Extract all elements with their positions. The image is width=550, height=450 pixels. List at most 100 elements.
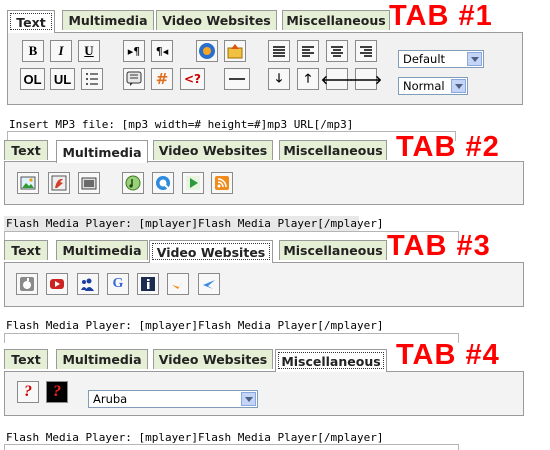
bold-button[interactable]: B — [22, 40, 44, 62]
list-button[interactable] — [81, 68, 103, 90]
align-center-icon — [331, 46, 343, 57]
flash-player-caption-1: Flash Media Player: [mplayer]Flash Media… — [4, 216, 384, 231]
tab-video-websites[interactable]: Video Websites — [153, 349, 273, 369]
tab-text[interactable]: Text — [4, 240, 48, 260]
flash-button[interactable] — [48, 172, 70, 194]
dailymotion-button[interactable] — [198, 273, 220, 295]
tab-bar-4: Text Multimedia Video Websites Miscellan… — [4, 349, 388, 372]
flash-player-input-3[interactable] — [4, 444, 459, 450]
tab-label-3: TAB #3 — [387, 230, 491, 262]
tab-miscellaneous[interactable]: Miscellaneous — [282, 10, 390, 30]
php-icon: <? — [183, 72, 201, 86]
flash-player-caption-3: Flash Media Player: [mplayer]Flash Media… — [4, 430, 459, 445]
arrow-up-button[interactable]: 🡑 — [297, 68, 319, 90]
country-select[interactable]: Aruba — [88, 390, 258, 408]
tab-text[interactable]: Text — [7, 10, 55, 33]
flash-player-input-2[interactable] — [4, 333, 459, 343]
size-select-value: Normal — [403, 79, 445, 93]
align-right-button[interactable] — [355, 40, 377, 62]
play-button[interactable] — [182, 172, 204, 194]
play-icon — [186, 176, 200, 190]
tab-bar-2: Text Multimedia Video Websites Miscellan… — [4, 140, 388, 163]
wordpress-button[interactable] — [196, 40, 218, 62]
hr-button[interactable] — [224, 68, 250, 90]
tab-bar-1: Text Multimedia Video Websites Miscellan… — [7, 10, 390, 33]
ltr-button[interactable]: ▸¶ — [123, 40, 145, 62]
apple-icon — [20, 277, 34, 291]
php-button[interactable]: <? — [180, 68, 205, 90]
chevron-down-icon — [451, 79, 466, 93]
tab-label-2: TAB #2 — [396, 131, 500, 163]
justify-button[interactable] — [268, 40, 290, 62]
hash-icon: # — [155, 70, 169, 88]
music-button[interactable] — [122, 172, 144, 194]
tab-multimedia[interactable]: Multimedia — [56, 140, 148, 163]
tab-multimedia[interactable]: Multimedia — [56, 240, 148, 260]
arrow-down-button[interactable]: 🡓 — [268, 68, 290, 90]
ordered-list-label: OL — [23, 71, 42, 87]
tab-bar-3: Text Multimedia Video Websites Miscellan… — [4, 240, 388, 263]
tab-video-websites[interactable]: Video Websites — [153, 140, 273, 160]
apple-button[interactable] — [16, 273, 38, 295]
align-left-button[interactable] — [297, 40, 319, 62]
quicktime-icon — [156, 176, 170, 190]
arrow-left-button[interactable]: 🡐 — [321, 68, 353, 90]
video-button[interactable] — [78, 172, 100, 194]
help-dark-button[interactable]: ? — [46, 381, 68, 403]
unordered-list-button[interactable]: UL — [50, 68, 75, 90]
info-button[interactable] — [137, 273, 159, 295]
font-select-value: Default — [403, 52, 446, 66]
youtube-icon — [50, 279, 64, 289]
flash-icon — [51, 175, 67, 191]
vimeo-button[interactable] — [167, 273, 189, 295]
tab-video-websites[interactable]: Video Websites — [149, 240, 273, 263]
quote-button[interactable] — [123, 68, 145, 90]
rtl-button[interactable]: ¶◂ — [151, 40, 173, 62]
quote-icon — [126, 71, 142, 86]
chevron-down-icon — [241, 392, 256, 406]
align-right-icon — [360, 46, 372, 57]
dailymotion-icon — [203, 280, 215, 289]
tab-label-1: TAB #1 — [389, 0, 493, 32]
rss-button[interactable] — [211, 172, 233, 194]
rss-icon — [215, 176, 229, 190]
bold-icon: B — [28, 43, 38, 58]
align-center-button[interactable] — [326, 40, 348, 62]
font-select[interactable]: Default — [398, 50, 484, 68]
tab-text[interactable]: Text — [4, 140, 48, 160]
tab-miscellaneous[interactable]: Miscellaneous — [275, 349, 387, 372]
chevron-down-icon — [467, 52, 482, 66]
underline-icon: U — [84, 43, 94, 58]
mp3-caption: Insert MP3 file: [mp3 width=# height=#]m… — [7, 117, 456, 132]
align-left-icon — [302, 46, 314, 57]
help-button[interactable]: ? — [17, 381, 39, 403]
arrow-down-icon: 🡓 — [275, 70, 283, 85]
video-icon — [81, 177, 97, 190]
tab-video-websites[interactable]: Video Websites — [156, 10, 277, 30]
ordered-list-button[interactable]: OL — [20, 68, 45, 90]
image-button[interactable] — [17, 172, 39, 194]
tab-text[interactable]: Text — [4, 349, 48, 369]
upload-button[interactable] — [224, 40, 246, 62]
help-icon: ? — [24, 383, 32, 400]
tab-miscellaneous[interactable]: Miscellaneous — [279, 140, 387, 160]
vimeo-icon — [172, 279, 184, 289]
youtube-button[interactable] — [46, 273, 68, 295]
quicktime-button[interactable] — [152, 172, 174, 194]
arrow-right-button[interactable]: 🡒 — [350, 68, 382, 90]
underline-button[interactable]: U — [78, 40, 100, 62]
flash-player-caption-2: Flash Media Player: [mplayer]Flash Media… — [4, 318, 459, 333]
tab-multimedia[interactable]: Multimedia — [56, 349, 148, 369]
google-icon: G — [112, 276, 124, 291]
google-button[interactable]: G — [107, 273, 129, 295]
tab-miscellaneous[interactable]: Miscellaneous — [279, 240, 387, 260]
myspace-button[interactable] — [77, 273, 99, 295]
list-icon — [86, 73, 98, 85]
tab-multimedia[interactable]: Multimedia — [62, 10, 154, 30]
arrow-up-icon: 🡑 — [304, 70, 312, 85]
hash-button[interactable]: # — [151, 68, 173, 90]
italic-button[interactable]: I — [50, 40, 72, 62]
size-select[interactable]: Normal — [398, 77, 468, 95]
upload-icon — [227, 44, 243, 59]
wordpress-icon — [199, 43, 215, 59]
